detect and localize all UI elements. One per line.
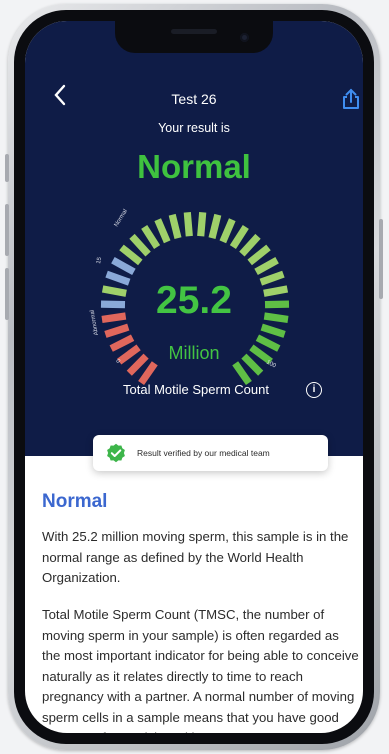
check-badge-icon — [107, 443, 125, 463]
verification-badge: Result verified by our medical team — [93, 435, 328, 471]
gauge-unit: Million — [168, 343, 220, 363]
notch — [115, 21, 273, 53]
gauge-segment — [219, 218, 236, 244]
gauge-label-15: 15 — [96, 256, 103, 264]
side-button — [5, 154, 9, 182]
gauge-segment — [129, 233, 151, 257]
gauge-caption: Total Motile Sperm Count — [123, 382, 269, 397]
details-paragraph-2: Total Motile Sperm Count (TMSC, the numb… — [42, 607, 359, 733]
gauge-segment — [104, 323, 130, 338]
page-title: Test 26 — [171, 91, 217, 107]
gauge-segment — [208, 213, 222, 239]
volume-up-button — [5, 204, 9, 256]
phone-frame: Normal 15 Abnormal 0 100 Test 26 Your re… — [5, 4, 383, 750]
gauge-segment — [254, 257, 279, 276]
details-heading: Normal — [42, 491, 108, 512]
gauge-label-normal: Normal — [114, 208, 129, 228]
gauge-segment — [141, 224, 161, 250]
gauge-segment — [154, 218, 171, 244]
gauge-segment — [183, 211, 193, 237]
gauge-segment — [260, 323, 286, 338]
details-paragraph-1: With 25.2 million moving sperm, this sam… — [42, 529, 349, 585]
gauge-segment — [111, 257, 136, 276]
front-camera — [240, 33, 249, 42]
share-icon — [343, 88, 359, 109]
gauge-value: 25.2 — [156, 279, 232, 322]
gauge-segment — [197, 211, 207, 237]
gauge-segment — [119, 244, 143, 266]
share-button[interactable] — [340, 87, 362, 111]
verification-text: Result verified by our medical team — [137, 448, 270, 458]
power-button — [379, 219, 383, 299]
gauge-segment — [247, 244, 271, 266]
result-status: Normal — [137, 148, 251, 185]
gauge-segment — [229, 224, 249, 250]
result-subtitle: Your result is — [158, 121, 230, 135]
volume-down-button — [5, 268, 9, 320]
speaker — [171, 29, 217, 34]
gauge-segment — [168, 213, 182, 239]
gauge-segment — [232, 361, 252, 386]
gauge-segment — [138, 361, 158, 386]
gauge-segment — [239, 233, 261, 257]
info-icon[interactable]: i — [306, 382, 322, 398]
app-screen: Normal 15 Abnormal 0 100 Test 26 Your re… — [25, 21, 363, 733]
